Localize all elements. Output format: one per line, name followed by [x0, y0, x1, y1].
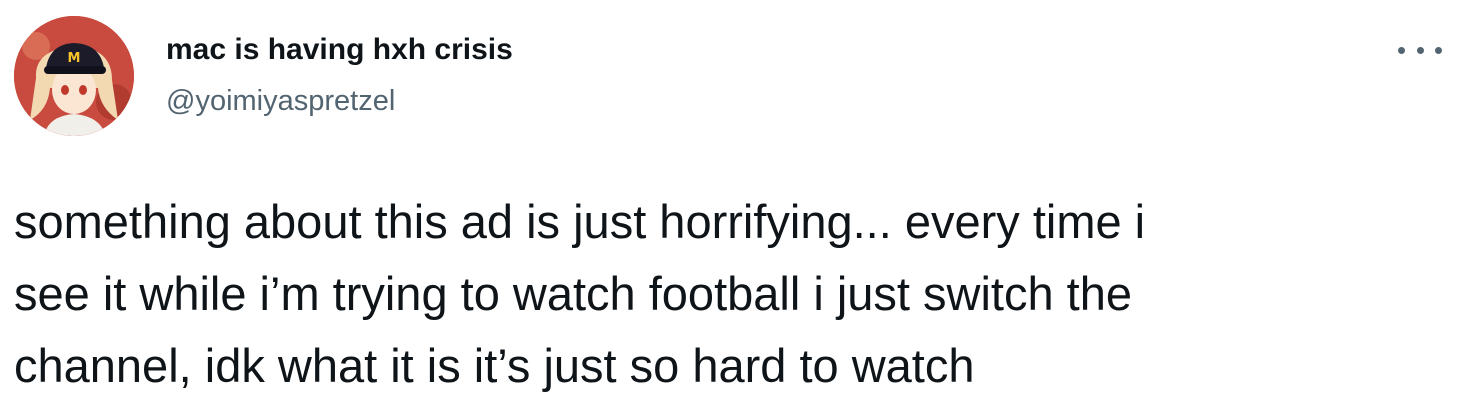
dot-icon [1435, 46, 1442, 54]
profile-avatar[interactable]: M [14, 16, 134, 136]
dot-icon [1416, 46, 1424, 54]
more-options-icon[interactable] [1398, 38, 1442, 62]
tweet-card: M mac is having hxh crisis @yoimiyaspret… [0, 0, 1462, 400]
avatar-icon: M [14, 16, 134, 136]
cap-logo: M [68, 51, 81, 66]
tweet-text: something about this ad is just horrifyi… [14, 195, 1146, 392]
dot-icon [1398, 46, 1405, 54]
display-name[interactable]: mac is having hxh crisis [166, 32, 513, 68]
user-handle[interactable]: @yoimiyaspretzel [166, 84, 395, 118]
